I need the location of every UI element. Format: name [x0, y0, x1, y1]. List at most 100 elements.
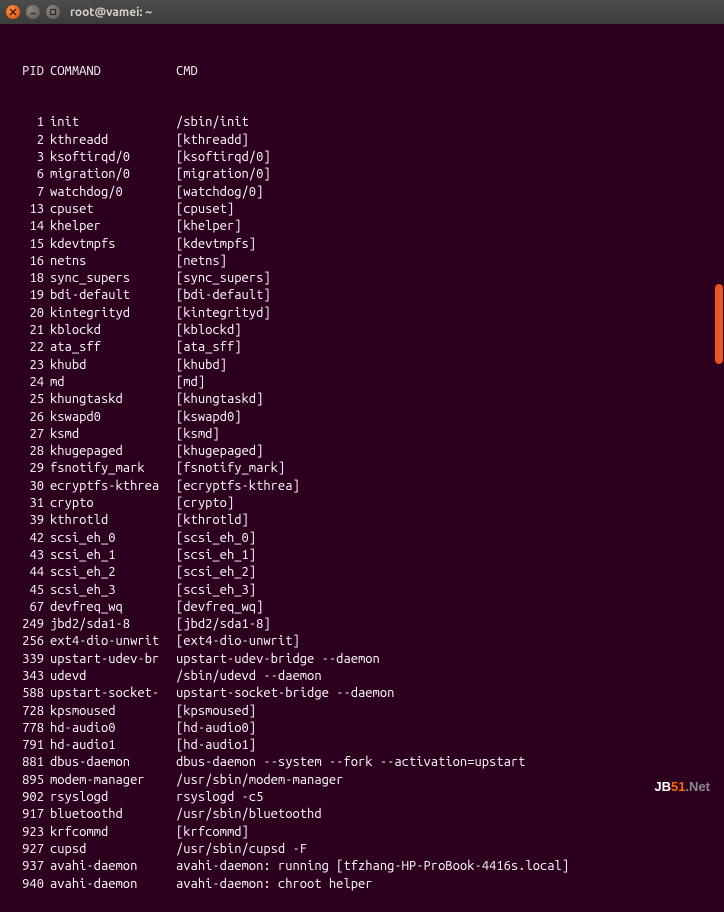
cell-pid: 588: [8, 685, 50, 702]
cell-command: rsyslogd: [50, 789, 176, 806]
cell-command: kthrotld: [50, 512, 176, 529]
cell-pid: 249: [8, 616, 50, 633]
cell-cmd: [crypto]: [176, 495, 716, 512]
cell-pid: 339: [8, 651, 50, 668]
cell-pid: 45: [8, 582, 50, 599]
cell-cmd: [khungtaskd]: [176, 391, 716, 408]
cell-cmd: [watchdog/0]: [176, 184, 716, 201]
cell-pid: 23: [8, 357, 50, 374]
close-button[interactable]: [6, 5, 20, 19]
scrollbar-thumb[interactable]: [715, 284, 723, 364]
cell-cmd: [scsi_eh_2]: [176, 564, 716, 581]
process-row: 7watchdog/0[watchdog/0]: [8, 184, 716, 201]
minimize-button[interactable]: [26, 5, 40, 19]
cell-cmd: [ecryptfs-kthrea]: [176, 478, 716, 495]
cell-cmd: [kintegrityd]: [176, 305, 716, 322]
process-row: 29fsnotify_mark[fsnotify_mark]: [8, 460, 716, 477]
cell-cmd: [kpsmoused]: [176, 703, 716, 720]
cell-pid: 26: [8, 409, 50, 426]
cell-pid: 16: [8, 253, 50, 270]
cell-command: scsi_eh_2: [50, 564, 176, 581]
cell-command: ext4-dio-unwrit: [50, 633, 176, 650]
cell-pid: 30: [8, 478, 50, 495]
process-row: 1init/sbin/init: [8, 114, 716, 131]
cell-pid: 29: [8, 460, 50, 477]
cell-cmd: [jbd2/sda1-8]: [176, 616, 716, 633]
process-row: 67devfreq_wq[devfreq_wq]: [8, 599, 716, 616]
process-row: 24md[md]: [8, 374, 716, 391]
maximize-button[interactable]: [46, 5, 60, 19]
cell-command: modem-manager: [50, 772, 176, 789]
cell-cmd: [ksoftirqd/0]: [176, 149, 716, 166]
cell-command: khubd: [50, 357, 176, 374]
cell-pid: 31: [8, 495, 50, 512]
cell-pid: 791: [8, 737, 50, 754]
window-title: root@vamei: ~: [70, 6, 152, 19]
cell-command: khelper: [50, 218, 176, 235]
process-row: 881dbus-daemondbus-daemon --system --for…: [8, 754, 716, 771]
header-pid: PID: [8, 63, 50, 80]
process-row: 3ksoftirqd/0[ksoftirqd/0]: [8, 149, 716, 166]
cell-cmd: [scsi_eh_0]: [176, 530, 716, 547]
cell-cmd: [krfcommd]: [176, 824, 716, 841]
cell-pid: 24: [8, 374, 50, 391]
cell-pid: 25: [8, 391, 50, 408]
cell-command: init: [50, 114, 176, 131]
cell-command: md: [50, 374, 176, 391]
cell-cmd: /sbin/udevd --daemon: [176, 668, 716, 685]
process-row: 937avahi-daemonavahi-daemon: running [tf…: [8, 858, 716, 875]
cell-command: upstart-udev-br: [50, 651, 176, 668]
cell-pid: 22: [8, 339, 50, 356]
cell-cmd: [scsi_eh_3]: [176, 582, 716, 599]
cell-pid: 923: [8, 824, 50, 841]
cell-cmd: [md]: [176, 374, 716, 391]
cell-pid: 3: [8, 149, 50, 166]
process-row: 728kpsmoused[kpsmoused]: [8, 703, 716, 720]
cell-pid: 18: [8, 270, 50, 287]
process-row: 588upstart-socket-upstart-socket-bridge …: [8, 685, 716, 702]
cell-command: bluetoothd: [50, 806, 176, 823]
process-row: 791hd-audio1[hd-audio1]: [8, 737, 716, 754]
cell-pid: 39: [8, 512, 50, 529]
cell-cmd: [fsnotify_mark]: [176, 460, 716, 477]
cell-command: jbd2/sda1-8: [50, 616, 176, 633]
cell-cmd: [khugepaged]: [176, 443, 716, 460]
cell-command: avahi-daemon: [50, 876, 176, 893]
cell-command: kthreadd: [50, 132, 176, 149]
process-row: 43scsi_eh_1[scsi_eh_1]: [8, 547, 716, 564]
cell-pid: 937: [8, 858, 50, 875]
cell-cmd: [scsi_eh_1]: [176, 547, 716, 564]
cell-command: ksoftirqd/0: [50, 149, 176, 166]
cell-cmd: [devfreq_wq]: [176, 599, 716, 616]
cell-cmd: rsyslogd -c5: [176, 789, 716, 806]
process-row: 19bdi-default[bdi-default]: [8, 287, 716, 304]
cell-command: kpsmoused: [50, 703, 176, 720]
process-row: 2kthreadd[kthreadd]: [8, 132, 716, 149]
cell-pid: 940: [8, 876, 50, 893]
cell-pid: 13: [8, 201, 50, 218]
cell-cmd: [kdevtmpfs]: [176, 236, 716, 253]
scrollbar[interactable]: [714, 24, 724, 800]
cell-command: crypto: [50, 495, 176, 512]
process-row: 339upstart-udev-brupstart-udev-bridge --…: [8, 651, 716, 668]
process-row: 902rsyslogdrsyslogd -c5: [8, 789, 716, 806]
cell-cmd: [sync_supers]: [176, 270, 716, 287]
cell-pid: 881: [8, 754, 50, 771]
terminal-output[interactable]: PID COMMAND CMD 1init/sbin/init2kthreadd…: [0, 24, 724, 912]
cell-pid: 6: [8, 166, 50, 183]
cell-cmd: [hd-audio0]: [176, 720, 716, 737]
process-row: 27ksmd[ksmd]: [8, 426, 716, 443]
cell-pid: 895: [8, 772, 50, 789]
cell-command: kblockd: [50, 322, 176, 339]
process-row: 22ata_sff[ata_sff]: [8, 339, 716, 356]
cell-pid: 2: [8, 132, 50, 149]
cell-command: devfreq_wq: [50, 599, 176, 616]
cell-pid: 67: [8, 599, 50, 616]
cell-command: watchdog/0: [50, 184, 176, 201]
titlebar[interactable]: root@vamei: ~: [0, 0, 724, 24]
process-row: 23khubd[khubd]: [8, 357, 716, 374]
cell-command: netns: [50, 253, 176, 270]
process-row: 6migration/0[migration/0]: [8, 166, 716, 183]
window-controls: [6, 5, 60, 19]
cell-command: kintegrityd: [50, 305, 176, 322]
